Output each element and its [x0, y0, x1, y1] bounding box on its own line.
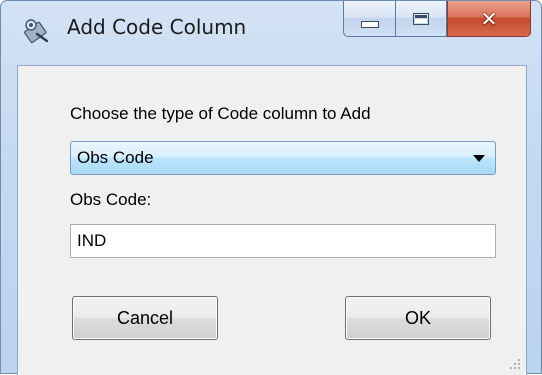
code-type-select[interactable]: Obs Code — [70, 141, 496, 175]
cancel-button[interactable]: Cancel — [72, 296, 218, 340]
window-title: Add Code Column — [67, 15, 247, 39]
code-label: Obs Code: — [70, 190, 152, 209]
tool-icon — [23, 17, 51, 45]
code-type-selected-value: Obs Code — [77, 148, 154, 167]
close-icon: ✕ — [480, 6, 498, 31]
maximize-button[interactable] — [395, 1, 447, 37]
dialog-window: Add Code Column ✕ Choose the type of Cod… — [0, 0, 542, 375]
resize-grip[interactable] — [508, 357, 520, 369]
caption-buttons: ✕ — [343, 1, 531, 39]
chevron-down-icon[interactable] — [473, 155, 485, 162]
dialog-body: Choose the type of Code column to Add Ob… — [17, 65, 527, 375]
title-bar[interactable]: Add Code Column ✕ — [1, 1, 541, 65]
minimize-button[interactable] — [343, 1, 395, 37]
maximize-icon — [413, 12, 429, 25]
obs-code-input[interactable] — [70, 224, 496, 258]
close-button[interactable]: ✕ — [447, 1, 531, 37]
type-label: Choose the type of Code column to Add — [70, 104, 371, 123]
ok-button[interactable]: OK — [345, 296, 491, 340]
minimize-icon — [360, 21, 379, 28]
